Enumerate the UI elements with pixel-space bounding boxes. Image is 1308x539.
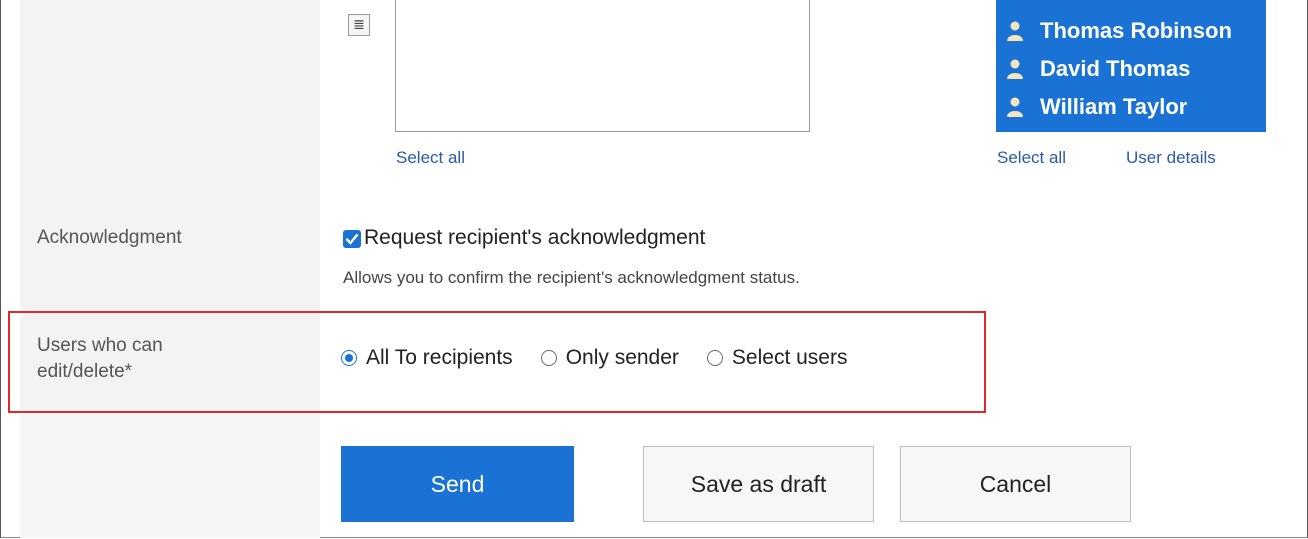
acknowledgment-checkbox-label[interactable]: Request recipient's acknowledgment	[364, 226, 705, 250]
label-column-footer	[20, 414, 320, 538]
selected-user-name: William Taylor	[1040, 94, 1188, 119]
save-as-draft-button[interactable]: Save as draft	[643, 446, 874, 522]
expand-list-icon[interactable]: ≣	[348, 14, 370, 36]
selected-user-name: Thomas Robinson	[1040, 18, 1232, 43]
send-button[interactable]: Send	[341, 446, 574, 522]
candidate-user-list[interactable]	[395, 0, 810, 132]
selected-user-list[interactable]: Thomas Robinson David Thomas William Tay…	[996, 0, 1266, 132]
selected-user-item[interactable]: David Thomas	[996, 50, 1266, 88]
acknowledgment-helper-text: Allows you to confirm the recipient's ac…	[343, 268, 800, 287]
acknowledgment-checkbox[interactable]	[343, 230, 361, 248]
user-icon	[1007, 21, 1023, 41]
acknowledgment-label: Acknowledgment	[37, 227, 182, 248]
selected-user-item[interactable]: William Taylor	[996, 88, 1266, 126]
selected-user-name: David Thomas	[1040, 56, 1191, 81]
candidates-select-all-link[interactable]: Select all	[396, 148, 465, 168]
selected-user-item[interactable]: Thomas Robinson	[996, 12, 1266, 50]
highlight-box	[8, 311, 986, 413]
user-icon	[1007, 97, 1023, 117]
checkmark-icon	[345, 233, 359, 245]
user-icon	[1007, 59, 1023, 79]
user-details-link[interactable]: User details	[1126, 148, 1216, 168]
selected-select-all-link[interactable]: Select all	[997, 148, 1066, 168]
cancel-button[interactable]: Cancel	[900, 446, 1131, 522]
